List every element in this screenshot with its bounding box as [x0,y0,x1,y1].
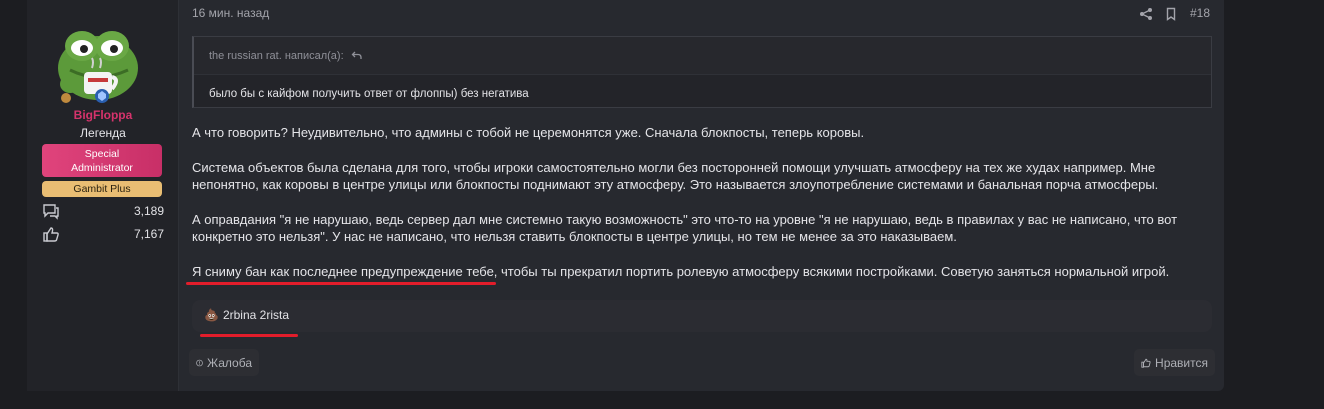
report-label: Жалоба [207,355,252,370]
report-icon [196,359,203,366]
reaction-list[interactable]: 💩 2rbina 2rista [204,308,289,322]
like-thumb-icon [1141,358,1151,368]
jump-to-quote-icon[interactable] [351,50,362,61]
banner-special-administrator: Special Administrator [42,144,162,177]
post-message: А что говорить? Неудивительно, что админ… [192,124,1202,280]
reactions-count: 7,167 [133,227,164,241]
red-annotation-underline-reactions [200,334,298,337]
poop-emoji-icon: 💩 [204,308,219,322]
messages-count: 3,189 [133,204,164,218]
reaction-users[interactable]: 2rbina 2rista [223,308,289,322]
report-button[interactable]: Жалоба [189,349,259,376]
stat-messages: 3,189 [42,202,164,220]
quote-author[interactable]: the russian rat. написал(а): [209,50,344,62]
red-annotation-underline [186,282,496,285]
banner-gambit-plus: Gambit Plus [42,181,162,197]
post-number[interactable]: #18 [1190,6,1210,20]
like-button[interactable]: Нравится [1134,349,1215,376]
quote-header[interactable]: the russian rat. написал(а): [194,37,1211,75]
share-icon[interactable] [1139,7,1153,21]
username[interactable]: BigFloppa [27,108,179,122]
message-paragraph: А оправдания "я не нарушаю, ведь сервер … [192,211,1178,245]
thumbs-up-icon [42,225,60,243]
post-timestamp[interactable]: 16 мин. назад [192,6,269,20]
message-paragraph: А что говорить? Неудивительно, что админ… [192,125,865,140]
quote-text: было бы с кайфом получить ответ от флопп… [209,88,529,100]
quote-block: the russian rat. написал(а): было бы с к… [192,36,1212,108]
user-title: Легенда [80,126,126,140]
bookmark-icon[interactable] [1164,7,1178,21]
like-label: Нравится [1155,355,1208,370]
message-paragraph: Я сниму бан как последнее предупреждение… [192,263,1170,279]
avatar[interactable] [50,22,146,106]
reactions-bar: 💩 2rbina 2rista [192,300,1212,332]
messages-icon [42,202,60,220]
message-paragraph: Система объектов была сделана для того, … [192,159,1159,193]
frog-avatar-image [58,31,138,103]
stat-reactions: 7,167 [42,225,164,243]
